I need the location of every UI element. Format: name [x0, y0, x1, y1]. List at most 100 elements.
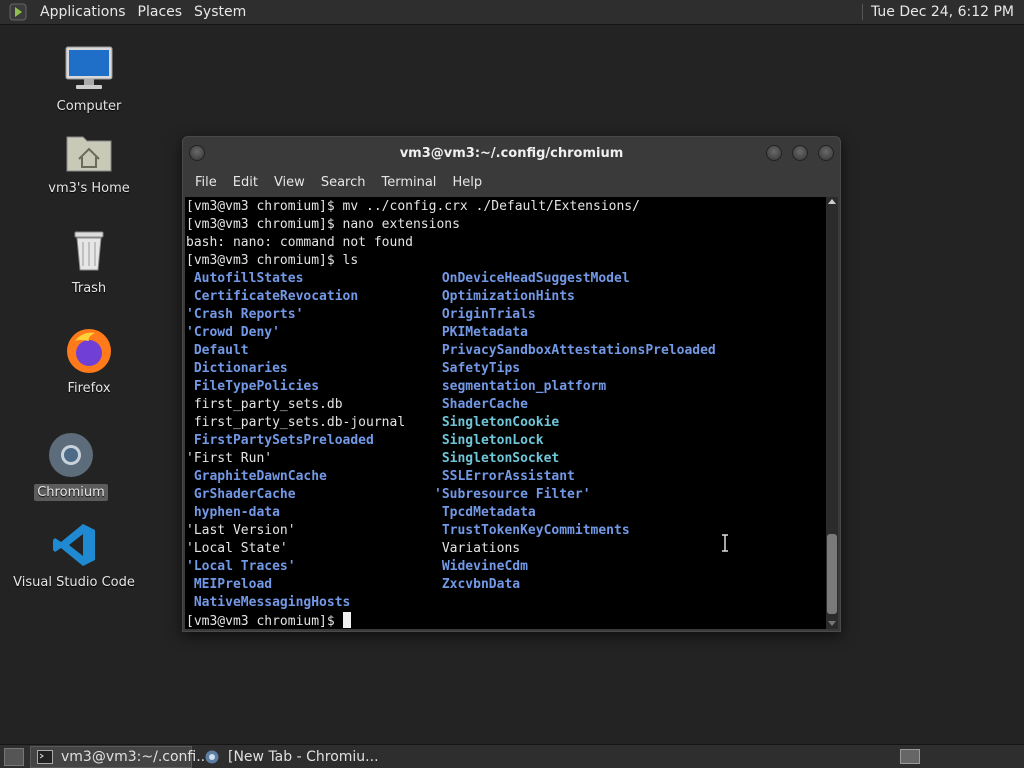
ls-entry: PKIMetadata: [434, 325, 528, 340]
ls-entry: TrustTokenKeyCommitments: [434, 523, 630, 538]
ls-entry: CertificateRevocation: [186, 289, 359, 304]
ls-entry: SingletonSocket: [434, 451, 560, 466]
show-desktop-button[interactable]: [4, 747, 24, 766]
ls-entry: WidevineCdm: [434, 559, 528, 574]
ls-entry: hyphen-data: [186, 505, 280, 520]
ls-row: Default PrivacySandboxAttestationsPreloa…: [186, 342, 826, 360]
terminal-line: bash: nano: command not found: [186, 235, 413, 250]
system-menu[interactable]: System: [188, 0, 252, 25]
workspace-switcher[interactable]: [900, 749, 920, 764]
ls-row: 'Local State' Variations: [186, 540, 826, 558]
menu-terminal[interactable]: Terminal: [373, 175, 444, 190]
ls-row: MEIPreload ZxcvbnData: [186, 576, 826, 594]
ls-entry: SafetyTips: [434, 361, 521, 376]
ls-row: first_party_sets.db-journal SingletonCoo…: [186, 414, 826, 432]
terminal-line: [vm3@vm3 chromium]$ mv ../config.crx ./D…: [186, 199, 640, 214]
ls-row: Dictionaries SafetyTips: [186, 360, 826, 378]
terminal-menubar: File Edit View Search Terminal Help: [183, 169, 840, 195]
ls-entry: first_party_sets.db: [186, 397, 343, 412]
taskbar-item-chromium[interactable]: [New Tab - Chromiu...: [198, 746, 385, 768]
ls-row: FirstPartySetsPreloaded SingletonLock: [186, 432, 826, 450]
maximize-button[interactable]: [792, 145, 808, 161]
taskbar-item-terminal[interactable]: vm3@vm3:~/.confi...: [30, 745, 210, 768]
firefox-icon: [64, 326, 114, 376]
menu-edit[interactable]: Edit: [225, 175, 266, 190]
ls-entry: 'Subresource Filter': [434, 487, 591, 502]
ls-entry: 'Local Traces': [186, 559, 296, 574]
prompt-line: [vm3@vm3 chromium]$: [186, 612, 826, 629]
scroll-thumb[interactable]: [827, 534, 837, 614]
trash-icon: [64, 226, 114, 276]
ls-row: CertificateRevocation OptimizationHints: [186, 288, 826, 306]
desktop-icon-label: Visual Studio Code: [13, 575, 135, 590]
ls-entry: GrShaderCache: [186, 487, 296, 502]
minimize-button[interactable]: [766, 145, 782, 161]
ls-entry: Variations: [434, 541, 521, 556]
desktop-icon-computer[interactable]: Computer: [29, 44, 149, 115]
ls-row: first_party_sets.db ShaderCache: [186, 396, 826, 414]
scroll-up-arrow-icon[interactable]: [828, 199, 836, 204]
clock[interactable]: Tue Dec 24, 6:12 PM: [871, 4, 1024, 20]
text-cursor: [342, 612, 351, 628]
terminal-scrollbar[interactable]: [826, 197, 838, 629]
ls-entry: first_party_sets.db-journal: [186, 415, 406, 430]
ls-row: 'Local Traces' WidevineCdm: [186, 558, 826, 576]
taskbar-item-label: vm3@vm3:~/.confi...: [61, 748, 210, 765]
ls-entry: 'Crowd Deny': [186, 325, 280, 340]
top-panel: Applications Places System Tue Dec 24, 6…: [0, 0, 1024, 25]
ls-entry: GraphiteDawnCache: [186, 469, 327, 484]
ls-entry: 'Last Version': [186, 523, 296, 538]
ls-row: FileTypePolicies segmentation_platform: [186, 378, 826, 396]
prompt: [vm3@vm3 chromium]$: [186, 614, 343, 629]
ls-entry: SingletonCookie: [434, 415, 560, 430]
desktop-icon-trash[interactable]: Trash: [29, 226, 149, 297]
scroll-down-arrow-icon[interactable]: [828, 621, 836, 626]
ls-entry: ZxcvbnData: [434, 577, 521, 592]
ls-entry: OptimizationHints: [434, 289, 575, 304]
close-button[interactable]: [818, 145, 834, 161]
ls-entry: 'First Run': [186, 451, 273, 466]
window-menu-button[interactable]: [189, 145, 205, 161]
computer-icon: [64, 44, 114, 94]
ls-entry: NativeMessagingHosts: [186, 595, 351, 610]
ls-entry: Default: [186, 343, 249, 358]
terminal-line: [vm3@vm3 chromium]$ ls: [186, 253, 359, 268]
ls-row: 'Last Version' TrustTokenKeyCommitments: [186, 522, 826, 540]
ls-entry: segmentation_platform: [434, 379, 607, 394]
ls-row: 'First Run' SingletonSocket: [186, 450, 826, 468]
ls-entry: ShaderCache: [434, 397, 528, 412]
desktop-icon-home[interactable]: vm3's Home: [29, 126, 149, 197]
applications-menu-icon[interactable]: [8, 2, 28, 22]
menu-view[interactable]: View: [266, 175, 313, 190]
desktop-icon-label: Computer: [56, 99, 122, 114]
chromium-icon: [46, 430, 96, 480]
ls-entry: FirstPartySetsPreloaded: [186, 433, 374, 448]
desktop-icon-firefox[interactable]: Firefox: [29, 326, 149, 397]
desktop-icon-label: vm3's Home: [48, 181, 130, 196]
terminal-output[interactable]: [vm3@vm3 chromium]$ mv ../config.crx ./D…: [185, 197, 826, 629]
ls-entry: MEIPreload: [186, 577, 273, 592]
applications-menu[interactable]: Applications: [34, 0, 132, 25]
menu-search[interactable]: Search: [313, 175, 374, 190]
menu-file[interactable]: File: [187, 175, 225, 190]
ls-entry: FileTypePolicies: [186, 379, 320, 394]
ls-row: 'Crash Reports' OriginTrials: [186, 306, 826, 324]
desktop-icon-label: Firefox: [67, 381, 111, 396]
taskbar-item-label: [New Tab - Chromiu...: [228, 748, 379, 765]
chromium-icon: [204, 750, 220, 764]
terminal-icon: [37, 749, 53, 764]
menu-help[interactable]: Help: [444, 175, 490, 190]
panel-separator: [861, 4, 863, 20]
desktop-icon-chromium[interactable]: Chromium: [11, 430, 131, 501]
home-folder-icon: [64, 126, 114, 176]
desktop-icon-label: Chromium: [34, 484, 108, 501]
places-menu[interactable]: Places: [132, 0, 189, 25]
ibeam-cursor-icon: [722, 534, 728, 552]
ls-entry: OriginTrials: [434, 307, 536, 322]
bottom-panel: vm3@vm3:~/.confi... [New Tab - Chromiu..…: [0, 744, 1024, 768]
terminal-titlebar[interactable]: vm3@vm3:~/.config/chromium: [183, 137, 840, 169]
ls-entry: TpcdMetadata: [434, 505, 536, 520]
ls-row: GraphiteDawnCache SSLErrorAssistant: [186, 468, 826, 486]
desktop-icon-vscode[interactable]: Visual Studio Code: [13, 520, 135, 591]
terminal-window[interactable]: vm3@vm3:~/.config/chromium File Edit Vie…: [182, 136, 841, 632]
